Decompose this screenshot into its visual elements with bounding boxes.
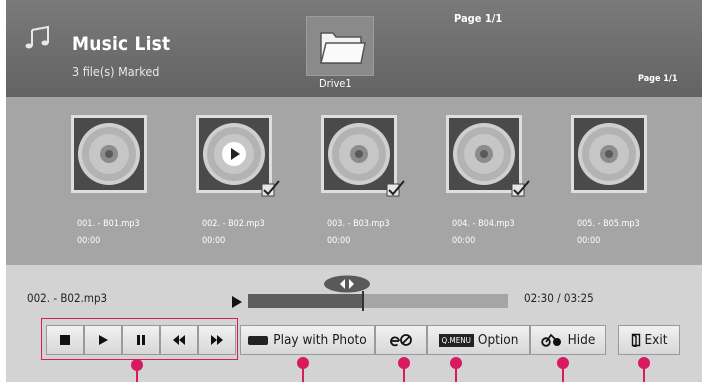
rewind-icon [173,335,185,345]
marked-checkbox-icon [261,180,280,197]
pause-icon [137,335,145,345]
option-label: Option [477,332,519,348]
marked-count: 3 file(s) Marked [72,64,160,79]
color-key-icon [248,335,269,345]
qmenu-key-tag: Q.MENU [438,333,474,347]
file-thumbnail[interactable] [446,115,530,197]
annotation-dot [557,357,569,369]
pause-button[interactable] [122,325,160,355]
page-title: Music List [72,33,171,55]
energy-saving-icon [390,334,412,347]
file-name: 004. - B04.mp3 [452,219,515,229]
annotation-dot [297,357,309,369]
progress-fill [248,294,362,308]
option-button[interactable]: Q.MENU Option [427,325,530,355]
file-thumbnail[interactable] [321,115,405,197]
hide-button[interactable]: Hide [530,325,606,355]
marked-checkbox-icon [511,180,530,197]
fast-forward-icon [211,335,223,345]
play-overlay-icon [222,142,246,166]
stop-icon [60,335,70,345]
progress-bar[interactable] [248,291,508,311]
fast-forward-button[interactable] [198,325,236,355]
file-duration: 00:00 [202,236,226,246]
annotation-dot [131,359,143,371]
annotation-dot [638,357,650,369]
file-name: 002. - B02.mp3 [202,219,265,229]
energy-saving-button[interactable] [375,325,427,355]
file-duration: 00:00 [327,236,351,246]
music-note-icon [25,25,49,49]
page-indicator: Page 1/1 [638,74,678,84]
exit-label: Exit [644,332,668,348]
play-with-photo-button[interactable]: Play with Photo [240,325,375,355]
hide-label: Hide [567,332,596,348]
music-list-screen: Music List 3 file(s) Marked Drive1 Page … [6,0,702,382]
file-duration: 00:00 [77,236,101,246]
exit-icon [631,333,640,347]
play-icon [99,335,108,345]
drive-label: Drive1 [319,77,352,90]
play-with-photo-label: Play with Photo [273,332,367,348]
hide-icon [540,333,561,347]
play-status-icon [232,296,242,308]
cd-disc-icon [574,118,644,190]
exit-button[interactable]: Exit [618,325,680,355]
annotation-dot [398,357,410,369]
cd-disc-icon [324,118,394,190]
file-name: 005. - B05.mp3 [577,219,640,229]
drive-folder-button[interactable] [306,16,374,76]
page-indicator-top: Page 1/1 [454,12,503,25]
file-thumbnail[interactable] [196,115,280,197]
file-name: 003. - B03.mp3 [327,219,390,229]
file-duration: 00:00 [577,236,601,246]
cd-disc-icon [74,118,144,190]
stop-button[interactable] [46,325,84,355]
playback-time: 02:30 / 03:25 [524,291,594,305]
header-bar: Music List 3 file(s) Marked Drive1 Page … [6,0,702,97]
folder-icon [320,32,366,64]
annotation-dot [450,357,462,369]
playback-control-panel: 002. - B02.mp3 02:30 / 03:25 Play with P… [6,265,702,382]
rewind-button[interactable] [160,325,198,355]
now-playing-filename: 002. - B02.mp3 [27,291,108,305]
file-thumbnail[interactable] [71,115,147,193]
play-button[interactable] [84,325,122,355]
file-name: 001. - B01.mp3 [77,219,140,229]
progress-knob[interactable] [362,291,364,311]
cd-disc-icon [449,118,519,190]
file-duration: 00:00 [452,236,476,246]
file-thumbnail[interactable] [571,115,647,193]
marked-checkbox-icon [386,180,405,197]
file-grid: 001. - B01.mp3 00:00 002. - B02.mp3 00:00 00… [6,97,702,265]
